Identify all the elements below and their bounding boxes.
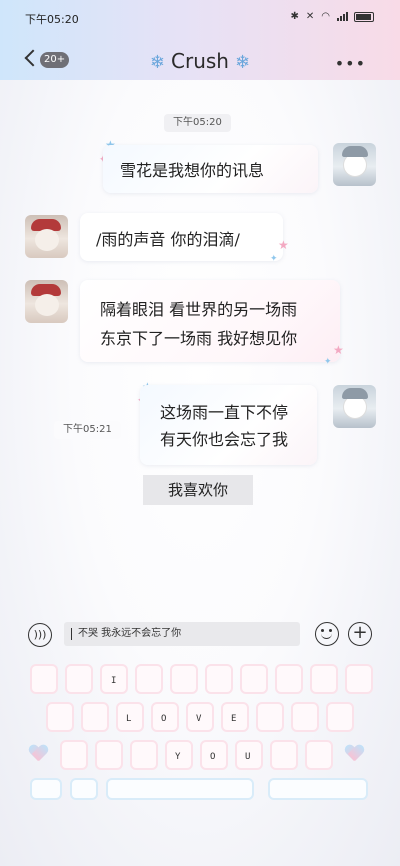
keyboard: I L O V E Y O U (0, 660, 400, 866)
incoming-message-bubble[interactable]: /雨的声音 你的泪滴/ (80, 213, 283, 261)
message-timestamp: 下午05:20 (164, 114, 231, 132)
chat-title: Crush (171, 49, 229, 73)
message-text: 东京下了一场雨 我好想见你 (100, 329, 298, 348)
keyboard-key[interactable] (135, 664, 163, 694)
star-decoration-icon: ★ (278, 238, 289, 252)
message-text: 这场雨一直下不停 (160, 403, 289, 422)
status-bar: 下午05:20 ✱ ✕ ◠ (0, 0, 400, 34)
input-bar: ))) 不哭 我永远不会忘了你 + (0, 612, 400, 658)
message-timestamp: 下午05:21 (54, 421, 121, 439)
keyboard-key[interactable] (240, 664, 268, 694)
keyboard-key[interactable] (81, 702, 109, 732)
keyboard-key[interactable] (305, 740, 333, 770)
status-icons: ✱ ✕ ◠ (290, 11, 374, 22)
key-letter: U (245, 752, 251, 762)
mute-icon: ✕ (305, 11, 316, 22)
add-icon[interactable]: + (348, 622, 372, 646)
contact-avatar[interactable] (25, 280, 68, 323)
key-letter: V (196, 714, 202, 724)
keyboard-key[interactable] (326, 702, 354, 732)
message-text: 雪花是我想你的讯息 (120, 161, 265, 180)
keyboard-key[interactable] (95, 740, 123, 770)
key-letter: Y (175, 752, 181, 762)
keyboard-key[interactable] (310, 664, 338, 694)
keyboard-key[interactable] (46, 702, 74, 732)
heart-icon (345, 745, 363, 763)
keyboard-key[interactable] (270, 740, 298, 770)
star-decoration-icon: ✦ (270, 254, 278, 264)
message-input[interactable]: 不哭 我永远不会忘了你 (64, 622, 300, 646)
keyboard-key[interactable] (30, 664, 58, 694)
chat-screen: 下午05:20 ✱ ✕ ◠ 20+ ❄Crush❄ ••• 下午05:20 ★ … (0, 0, 400, 866)
more-options-icon[interactable]: ••• (335, 54, 366, 73)
bluetooth-icon: ✱ (290, 11, 300, 22)
space-key[interactable] (106, 778, 254, 800)
key-letter: I (111, 676, 117, 686)
keyboard-key[interactable] (256, 702, 284, 732)
signal-icon (337, 12, 348, 21)
emoji-icon[interactable] (315, 622, 339, 646)
key-letter: L (126, 714, 132, 724)
status-time: 下午05:20 (25, 13, 79, 26)
keyboard-key[interactable] (205, 664, 233, 694)
chat-header: 20+ ❄ Crush ❄ ••• (0, 40, 400, 80)
star-decoration-icon: ✦ (324, 357, 332, 367)
keyboard-key[interactable] (130, 740, 158, 770)
keyboard-key[interactable] (291, 702, 319, 732)
keyboard-key[interactable] (30, 778, 62, 800)
my-avatar[interactable] (333, 143, 376, 186)
key-letter: O (210, 752, 216, 762)
voice-input-icon[interactable]: ))) (28, 623, 52, 647)
keyboard-key[interactable] (345, 664, 373, 694)
keyboard-key[interactable] (170, 664, 198, 694)
outgoing-message-bubble[interactable]: 这场雨一直下不停 有天你也会忘了我 (140, 385, 317, 465)
star-decoration-icon: ★ (333, 343, 344, 357)
battery-icon (354, 11, 374, 22)
key-letter: O (161, 714, 167, 724)
message-text: /雨的声音 你的泪滴/ (96, 230, 240, 249)
keyboard-key[interactable] (70, 778, 98, 800)
snowflake-icon: ❄ (234, 52, 251, 73)
wifi-icon: ◠ (321, 11, 331, 22)
key-letter: E (231, 714, 237, 724)
outgoing-message-bubble[interactable]: 雪花是我想你的讯息 (103, 145, 318, 193)
keyboard-key[interactable] (275, 664, 303, 694)
my-avatar[interactable] (333, 385, 376, 428)
keyboard-key[interactable] (60, 740, 88, 770)
enter-key[interactable] (268, 778, 368, 800)
incoming-message-bubble[interactable]: 隔着眼泪 看世界的另一场雨 东京下了一场雨 我好想见你 (80, 280, 340, 362)
keyboard-key[interactable] (65, 664, 93, 694)
contact-avatar[interactable] (25, 215, 68, 258)
message-text: 隔着眼泪 看世界的另一场雨 (100, 300, 298, 319)
quick-reply-chip[interactable]: 我喜欢你 (143, 475, 253, 505)
message-text: 有天你也会忘了我 (160, 430, 289, 449)
snowflake-icon: ❄ (149, 52, 166, 73)
heart-icon (29, 745, 47, 763)
